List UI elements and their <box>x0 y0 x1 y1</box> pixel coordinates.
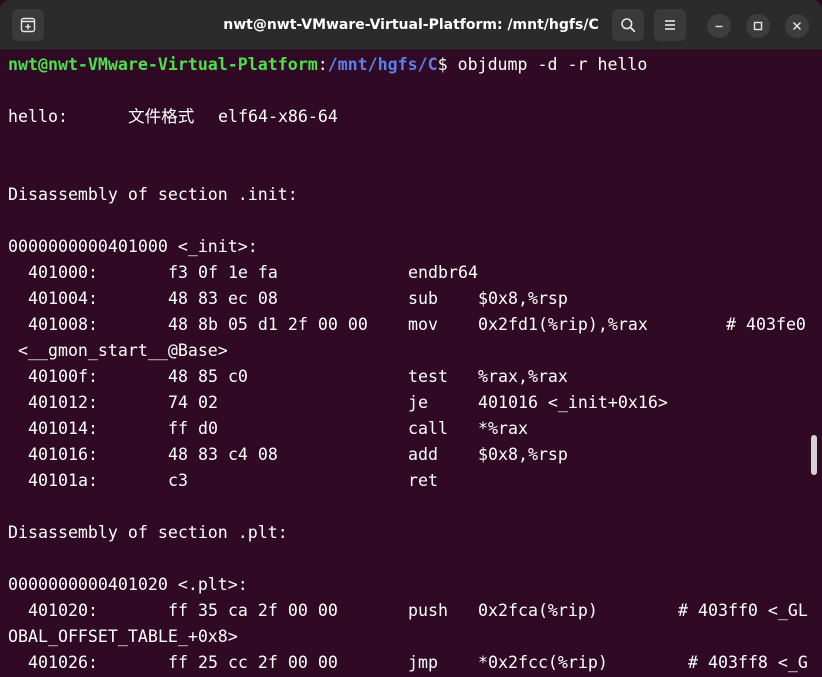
prompt-dollar: $ <box>437 55 448 74</box>
symbol-label-init: 0000000000401000 <_init>: <box>8 237 258 256</box>
instruction-address: 40101a: <box>28 471 98 490</box>
instruction-operands: 401016 <_init+0x16> <box>478 393 668 412</box>
instruction-address: 401000: <box>28 263 98 282</box>
instruction-mnemonic: add <box>408 445 438 464</box>
file-name: hello: <box>8 107 68 126</box>
menu-button[interactable] <box>654 9 686 41</box>
instruction-address: 401016: <box>28 445 98 464</box>
instruction-bytes: ff d0 <box>168 419 218 438</box>
instruction-bytes: 74 02 <box>168 393 218 412</box>
prompt-user-host: nwt@nwt-VMware-Virtual-Platform <box>8 55 318 74</box>
instruction-mnemonic: sub <box>408 289 438 308</box>
instruction-operands: *0x2fcc(%rip) <box>478 653 608 672</box>
new-tab-icon <box>20 17 36 33</box>
disasm-row: 401008: 48 8b 05 d1 2f 00 00 mov 0x2fd1(%ri… <box>8 312 816 338</box>
instruction-comment: # 403ff8 <_G <box>688 653 808 672</box>
instruction-bytes: 48 83 c4 08 <box>168 445 278 464</box>
instruction-bytes: c3 <box>168 471 188 490</box>
instruction-bytes: 48 83 ec 08 <box>168 289 278 308</box>
minimize-icon <box>715 25 723 28</box>
instruction-address: 401004: <box>28 289 98 308</box>
instruction-mnemonic: endbr64 <box>408 263 478 282</box>
prompt-colon: : <box>317 55 328 74</box>
instruction-operands: %rax,%rax <box>478 367 568 386</box>
instruction-address: 40100f: <box>28 367 98 386</box>
disasm-row: 401004: 48 83 ec 08 sub $0x8,%rsp <box>8 286 816 312</box>
instruction-address: 401012: <box>28 393 98 412</box>
instruction-mnemonic: ret <box>408 471 438 490</box>
command-text: objdump -d -r hello <box>447 55 648 74</box>
terminal-scrollbar[interactable] <box>811 435 817 475</box>
title-bar: nwt@nwt-VMware-Virtual-Platform: /mnt/hg… <box>0 0 822 50</box>
file-format-value: elf64-x86-64 <box>218 107 338 126</box>
instruction-address: 401014: <box>28 419 98 438</box>
search-button[interactable] <box>612 9 644 41</box>
instruction-bytes: ff 25 cc 2f 00 00 <box>168 653 338 672</box>
disasm-row: 401000: f3 0f 1e fa endbr64 <box>8 260 816 286</box>
window-title: nwt@nwt-VMware-Virtual-Platform: /mnt/hg… <box>223 17 599 33</box>
instruction-bytes: f3 0f 1e fa <box>168 263 278 282</box>
instruction-operands: 0x2fd1(%rip),%rax <box>478 315 648 334</box>
instruction-comment: # 403ff0 <_GL <box>678 601 808 620</box>
instruction-bytes: 48 8b 05 d1 2f 00 00 <box>168 315 368 334</box>
instruction-mnemonic: je <box>408 393 428 412</box>
instruction-comment: # 403fe0 <box>726 315 806 334</box>
terminal-output[interactable]: nwt@nwt-VMware-Virtual-Platform:/mnt/hgf… <box>0 51 808 677</box>
disasm-row: 401016: 48 83 c4 08 add $0x8,%rsp <box>8 442 816 468</box>
instruction-address: 401020: <box>28 601 98 620</box>
wrapped-comment-gmon: <__gmon_start__@Base> <box>8 341 228 360</box>
instruction-operands: $0x8,%rsp <box>478 445 568 464</box>
instruction-mnemonic: mov <box>408 315 438 334</box>
disasm-row: 401014: ff d0 call *%rax <box>8 416 816 442</box>
instruction-address: 401008: <box>28 315 98 334</box>
maximize-button[interactable] <box>746 14 770 38</box>
symbol-label-plt: 0000000000401020 <.plt>: <box>8 575 248 594</box>
maximize-icon <box>753 21 763 31</box>
close-icon <box>793 22 801 30</box>
disasm-row: 40101a: c3 ret <box>8 468 816 494</box>
minimize-button[interactable] <box>707 14 731 38</box>
section-header-plt: Disassembly of section .plt: <box>8 523 288 542</box>
instruction-mnemonic: push <box>408 601 448 620</box>
instruction-operands: $0x8,%rsp <box>478 289 568 308</box>
search-icon <box>621 18 636 33</box>
close-button[interactable] <box>785 14 809 38</box>
instruction-operands: *%rax <box>478 419 528 438</box>
instruction-bytes: ff 35 ca 2f 00 00 <box>168 601 338 620</box>
disasm-row: 40100f: 48 85 c0 test %rax,%rax <box>8 364 816 390</box>
instruction-bytes: 48 85 c0 <box>168 367 248 386</box>
file-format-label: 文件格式 <box>128 107 195 126</box>
instruction-mnemonic: jmp <box>408 653 438 672</box>
prompt-path: /mnt/hgfs/C <box>327 55 438 74</box>
file-format-line: hello: 文件格式 elf64-x86-64 <box>8 104 808 130</box>
disasm-row: 401012: 74 02 je 401016 <_init+0x16> <box>8 390 816 416</box>
instruction-operands: 0x2fca(%rip) <box>478 601 598 620</box>
terminal-window: nwt@nwt-VMware-Virtual-Platform: /mnt/hg… <box>0 0 822 677</box>
new-tab-button[interactable] <box>12 9 44 41</box>
section-header-init: Disassembly of section .init: <box>8 185 298 204</box>
instruction-address: 401026: <box>28 653 98 672</box>
instruction-mnemonic: test <box>408 367 448 386</box>
disasm-row: 401026: ff 25 cc 2f 00 00 jmp *0x2fcc(%rip)… <box>8 650 816 676</box>
instruction-mnemonic: call <box>408 419 448 438</box>
hamburger-menu-icon <box>665 20 675 30</box>
wrapped-comment-got: OBAL_OFFSET_TABLE_+0x8> <box>8 627 238 646</box>
disasm-row: 401020: ff 35 ca 2f 00 00 push 0x2fca(%rip)… <box>8 598 816 624</box>
command-prompt-line: nwt@nwt-VMware-Virtual-Platform:/mnt/hgf… <box>8 52 647 78</box>
